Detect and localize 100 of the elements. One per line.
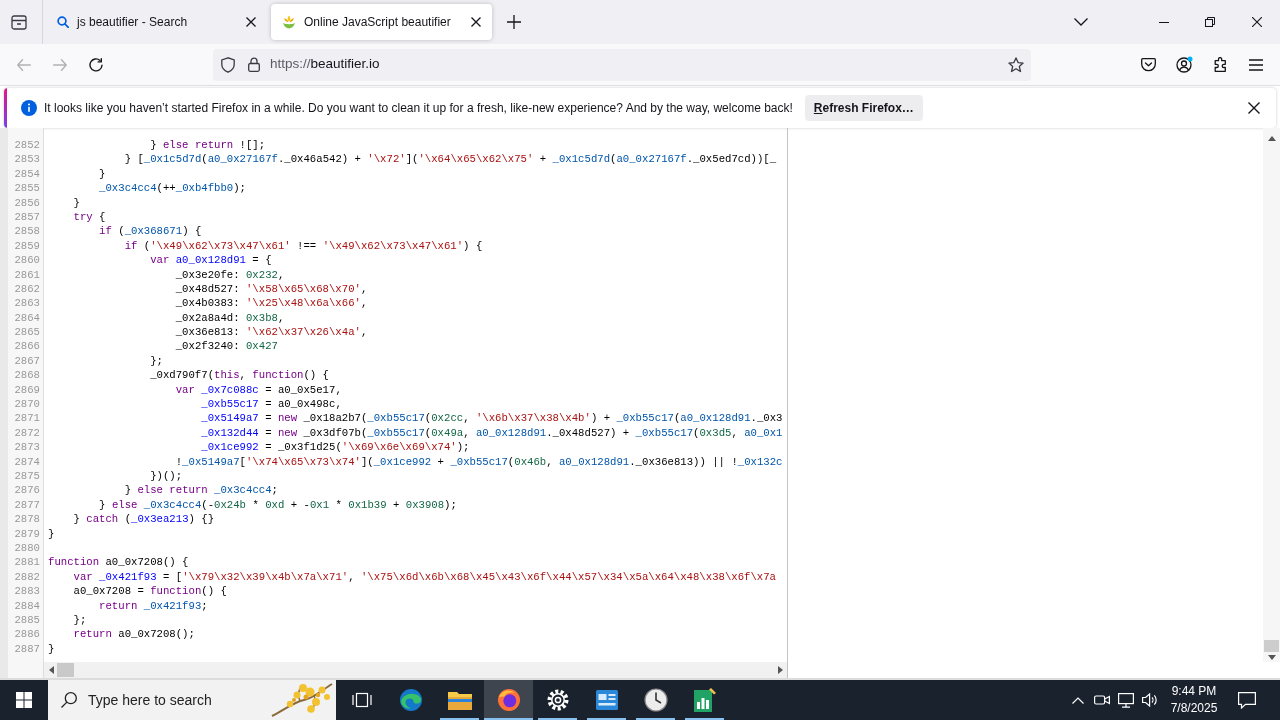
window-panel-icon [595,690,618,710]
line-number: 2852 [13,138,41,153]
line-number: 2854 [13,166,41,182]
code-line: _0x132d44 = new _0x3df07b(_0xb55c17(0x49a, a0_0x128d91._0x48d527) + _0xb55c17(0x3d5, a0_0x1 [201,426,783,439]
vertical-scrollbar[interactable] [1263,128,1280,662]
line-number: 2867 [13,353,41,369]
code-line: if ('\x49\x62\x73\x47\x61' !== '\x49\x62\x73\x47\x61') { [124,239,483,252]
code-line: if (_0x368671) { [99,225,202,238]
line-number: 2853 [13,152,41,167]
code-line: } [99,167,106,180]
code-line: _0x1ce992 = _0x3f1d25('\x69\x6e\x69\x74'); [201,441,470,454]
puzzle-icon [1212,57,1228,72]
line-number: 2861 [13,267,41,282]
line-number: 2887 [13,641,41,657]
code-line: }; [73,613,87,626]
volume-icon [1142,693,1158,707]
search-input[interactable]: Type here to search [88,690,238,710]
code-line: _0x3c4cc4(++_0xb4fbb0); [99,182,246,195]
chevron-down-icon [1074,18,1088,26]
star-icon[interactable] [1008,56,1024,73]
caret-up-icon[interactable] [1267,136,1276,141]
task-view-icon [351,692,372,708]
caret-left-icon[interactable] [49,666,54,674]
plus-icon [507,15,521,29]
chart-icon [693,688,716,712]
code-line: } [_0x1c5d7d(a0_0x27167f._0x46a542) + '\x72']('\x64\x65\x62\x75' + _0x1c5d7d(a0_0x27167f._0x5ed7cd))[_ [124,153,777,166]
line-number: 2874 [13,454,41,469]
line-number: 2882 [13,569,41,585]
clock[interactable]: 9:44 PM 7/8/2025 [1162,683,1226,717]
camera-icon [1094,693,1110,707]
code-line: _0x48d527: '\x58\x65\x68\x70', [175,282,368,295]
line-number: 2856 [13,195,41,210]
code-line: var _0x7c088c = a0_0x5e17, [175,383,342,396]
scrollbar-thumb[interactable] [57,663,74,677]
line-number: 2869 [13,382,41,398]
line-number: 2855 [13,181,41,196]
lock-icon [248,57,260,72]
code-line: var a0_0x128d91 = { [150,254,272,267]
line-number: 2878 [13,512,41,527]
refresh-firefox-button[interactable]: Refresh Firefox… [804,95,923,121]
browser-tab[interactable]: js beautifier - Search [46,4,267,40]
clock-icon [643,688,668,712]
code-line: } else return ![]; [150,139,266,151]
browser-tab[interactable]: Online JavaScript beautifier [271,4,492,40]
code-line: } else _0x3c4cc4(-0x24b * 0xd + -0x1 * 0x1b39 + 0x3908); [99,498,457,511]
code-line: _0x36e813: '\x62\x37\x26\x4a', [175,326,368,339]
notification-message: It looks like you haven’t started Firefox in a while. Do you want to clean it up for a fresh, like-new experience? And by the way, welcome back! [44,100,793,117]
close-icon [471,17,481,27]
url-text: https://beautifier.io [270,55,380,74]
account-icon [1175,56,1193,73]
line-number: 2860 [13,253,41,268]
info-icon [21,100,37,116]
box-icon [11,14,27,30]
code-line: try { [73,210,106,223]
code-line: } [48,642,55,655]
code-line: return a0_0x7208(); [73,628,195,641]
code-line: function a0_0x7208() { [48,556,189,569]
horizontal-scrollbar[interactable] [44,662,787,678]
close-icon [246,17,256,27]
code-line: return _0x421f93; [99,599,208,612]
caret-right-icon[interactable] [778,666,783,674]
arrow-left-icon [17,58,31,71]
code-line: _0xb55c17 = a0_0x498c, [201,398,342,411]
code-line: !_0x5149a7['\x74\x65\x73\x74'](_0x1ce992 + _0xb55c17(0x46b, a0_0x128d91._0x36e813)) || !_0x132c [175,455,783,468]
search-icon [57,16,69,28]
code-line: _0xd790f7(this, function() { [150,369,329,382]
close-icon [1251,17,1262,27]
code-line: a0_0x7208 = function() { [73,585,227,598]
line-number: 2883 [13,584,41,599]
line-number: 2865 [13,325,41,340]
reload-icon [89,57,103,72]
search-icon [61,692,77,708]
search-box[interactable]: Type here to search [48,680,336,720]
line-number: 2873 [13,440,41,455]
line-number: 2875 [13,469,41,484]
code-line: } else return _0x3c4cc4; [124,484,278,497]
line-number: 2858 [13,224,41,239]
line-number: 2880 [13,540,41,556]
message-icon [1238,691,1256,709]
windows-logo-icon [16,692,32,708]
address-bar[interactable]: https://beautifier.io [213,48,1031,81]
shield-icon [221,56,235,73]
line-number: 2868 [13,368,41,383]
code-line: })(); [150,470,183,482]
swirl-icon [398,688,423,712]
line-number: 2876 [13,483,41,498]
line-number: 2886 [13,627,41,642]
gear-icon [546,689,569,711]
code-line: }; [150,354,163,367]
arrow-right-icon [53,58,67,71]
line-number: 2866 [13,339,41,354]
caret-down-icon[interactable] [1267,655,1276,660]
code-line: _0x2a8a4d: 0x3b8, [175,311,285,324]
chevron-up-icon [1072,696,1084,704]
line-number: 2862 [13,281,41,297]
scrollbar-thumb[interactable] [1264,640,1279,652]
chevron-shield-icon [1140,57,1156,72]
code-line: _0x3e20fe: 0x232, [175,268,285,281]
menu-icon [1249,58,1263,71]
code-line: } [73,196,80,209]
